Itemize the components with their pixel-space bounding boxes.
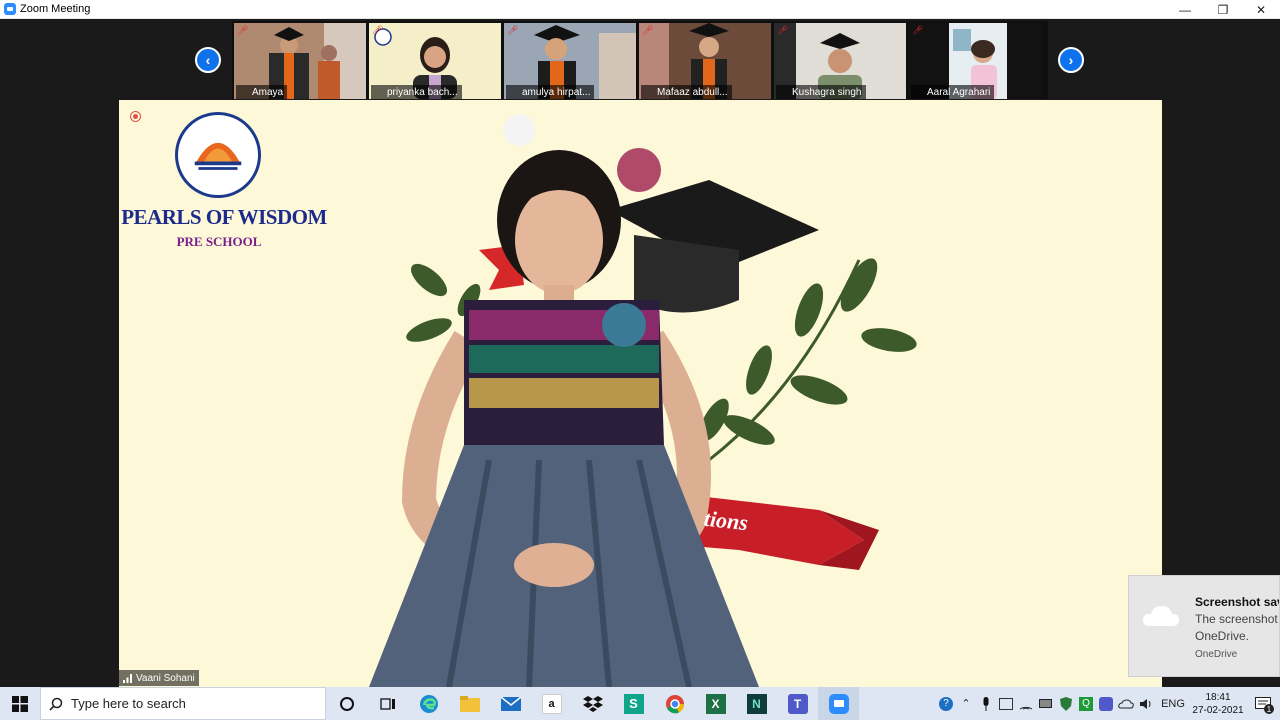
volume-icon[interactable] — [1136, 687, 1156, 720]
participant-tile[interactable]: 🎤︎ amulya hirpat... — [504, 23, 636, 99]
notification-title: Screenshot saved — [1195, 595, 1279, 609]
security-shield-icon[interactable] — [1056, 687, 1076, 720]
minimize-button[interactable]: — — [1166, 0, 1204, 19]
gallery-next-button[interactable]: › — [1058, 47, 1084, 73]
participant-tile[interactable]: 🎤︎ Mafaaz abdull... — [639, 23, 771, 99]
participant-tile[interactable]: 🎤︎ Amaya — [234, 23, 366, 99]
muted-mic-icon: 🎤︎ — [912, 25, 924, 35]
recording-indicator-icon — [130, 111, 141, 122]
excel-icon[interactable]: X — [695, 687, 736, 720]
logo-subtitle: PRE SCHOOL — [176, 234, 262, 249]
school-logo — [175, 112, 261, 198]
meeting-stage: ‹ › 🎤︎ Amaya 🎤︎ priyanka bach... 🎤︎ amul… — [0, 19, 1280, 687]
teams-icon[interactable]: T — [777, 687, 818, 720]
muted-mic-icon: 🎤︎ — [237, 25, 249, 35]
notification-badge: 1 — [1264, 704, 1274, 714]
app-s-icon[interactable]: S — [613, 687, 654, 720]
language-indicator[interactable]: ENG — [1156, 687, 1190, 720]
participant-tile[interactable]: 🎤︎ Aaral Agrahari — [909, 23, 1041, 99]
chevron-up-icon[interactable]: ⌃ — [956, 687, 976, 720]
microphone-icon[interactable] — [976, 687, 996, 720]
notification-center-icon[interactable]: 1 — [1246, 687, 1280, 720]
clock-time: 18:41 — [1205, 691, 1231, 703]
participant-name: Aaral Agrahari — [911, 85, 995, 99]
muted-mic-icon: 🎤︎ — [777, 25, 789, 35]
speaker-name: Vaani Sohani — [136, 672, 195, 684]
chrome-icon[interactable] — [654, 687, 695, 720]
notification-body: The screenshot was added to your OneDriv… — [1195, 611, 1279, 645]
gallery-prev-button[interactable]: ‹ — [195, 47, 221, 73]
file-explorer-icon[interactable] — [449, 687, 490, 720]
participant-name: Kushagra singh — [776, 85, 866, 99]
zoom-taskbar-icon[interactable] — [818, 687, 859, 720]
amazon-icon[interactable]: a — [531, 687, 572, 720]
participant-tile[interactable]: 🎤︎ priyanka bach... — [369, 23, 501, 99]
notification-body-line: The screenshot was added to your — [1195, 612, 1279, 626]
app-q-icon[interactable]: Q — [1076, 687, 1096, 720]
participant-name: Mafaaz abdull... — [641, 85, 732, 99]
search-icon — [41, 697, 71, 711]
participant-name: priyanka bach... — [371, 85, 462, 99]
cortana-icon[interactable] — [326, 687, 367, 720]
speaker-video-frame — [119, 100, 1162, 687]
signal-bars-icon — [123, 673, 132, 683]
app-n-icon[interactable]: N — [736, 687, 777, 720]
start-button[interactable] — [0, 687, 40, 720]
notification-source: OneDrive — [1195, 649, 1238, 660]
active-speaker-video[interactable]: PEARLS OF WISDOM PRE SCHOOL tions — [119, 100, 1162, 687]
edge-browser-icon[interactable] — [408, 687, 449, 720]
search-placeholder: Type here to search — [71, 696, 186, 711]
close-button[interactable]: ✕ — [1242, 0, 1280, 19]
onedrive-cloud-icon — [1142, 606, 1180, 626]
clock-date: 27-02-2021 — [1192, 704, 1244, 716]
battery-icon[interactable] — [1036, 687, 1056, 720]
window-titlebar: Zoom Meeting — ❐ ✕ — [0, 0, 1280, 19]
action-tray-icon[interactable] — [996, 687, 1016, 720]
ribbon-text: tions — [702, 505, 750, 536]
task-view-icon[interactable] — [367, 687, 408, 720]
muted-mic-icon: 🎤︎ — [642, 25, 654, 35]
muted-mic-icon: 🎤︎ — [372, 25, 384, 35]
logo-title: PEARLS OF WISDOM — [121, 205, 327, 229]
notification-body-line: OneDrive. — [1195, 629, 1250, 643]
windows-taskbar: Type here to search a S X N T ? ⌃ Q ENG … — [0, 687, 1280, 720]
onedrive-tray-icon[interactable] — [1116, 687, 1136, 720]
onedrive-notification[interactable]: Screenshot saved The screenshot was adde… — [1128, 575, 1280, 677]
taskbar-search-box[interactable]: Type here to search — [40, 687, 326, 720]
participant-strip: 🎤︎ Amaya 🎤︎ priyanka bach... 🎤︎ amulya h… — [232, 21, 1048, 99]
windows-logo-icon — [12, 695, 28, 712]
participant-tile[interactable]: 🎤︎ Kushagra singh — [774, 23, 906, 99]
taskbar-clock[interactable]: 18:41 27-02-2021 — [1190, 691, 1246, 717]
speaker-name-label: Vaani Sohani — [119, 670, 199, 686]
participant-name: Amaya — [236, 85, 288, 99]
muted-mic-icon: 🎤︎ — [507, 25, 519, 35]
system-tray: ? ⌃ Q ENG 18:41 27-02-2021 1 — [936, 687, 1280, 720]
mail-icon[interactable] — [490, 687, 531, 720]
zoom-app-icon — [4, 3, 16, 15]
help-icon[interactable]: ? — [936, 687, 956, 720]
dropbox-icon[interactable] — [572, 687, 613, 720]
maximize-button[interactable]: ❐ — [1204, 0, 1242, 19]
network-icon[interactable] — [1016, 687, 1036, 720]
teams-tray-icon[interactable] — [1096, 687, 1116, 720]
participant-name: amulya hirpat... — [506, 85, 595, 99]
window-title: Zoom Meeting — [20, 3, 91, 15]
